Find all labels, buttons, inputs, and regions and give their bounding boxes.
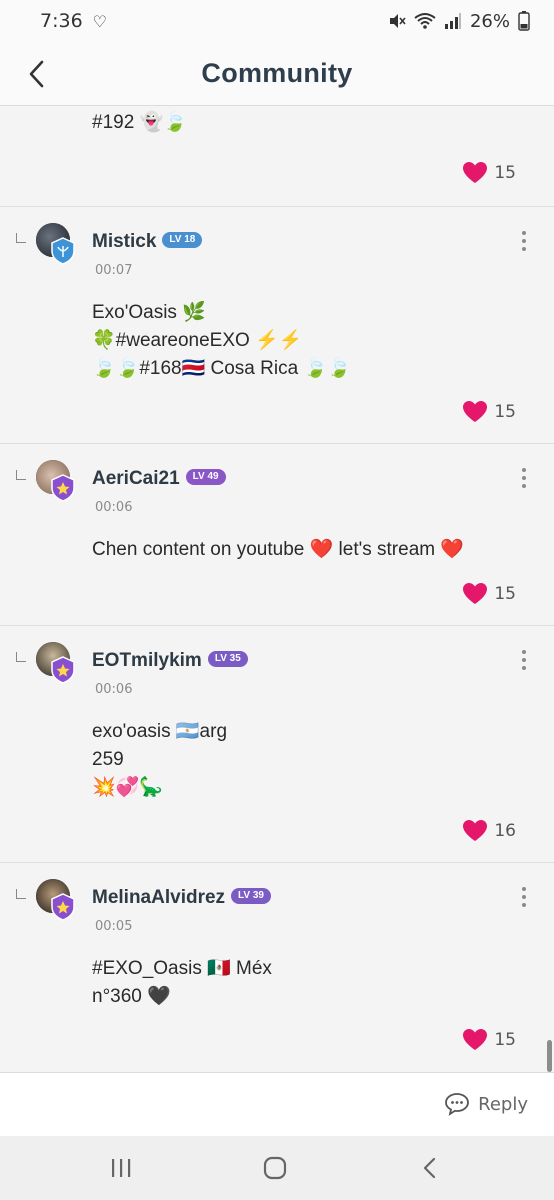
comment-time: 00:07 xyxy=(95,263,133,278)
comment-item: MelinaAlvidrez LV 39 00:05 #EXO_Oasis 🇲🇽 … xyxy=(0,863,554,1072)
avatar[interactable] xyxy=(36,879,75,921)
like-button[interactable]: 16 xyxy=(462,819,516,843)
like-count: 15 xyxy=(494,402,516,422)
system-nav-bar xyxy=(0,1136,554,1200)
comment-text: #WeAreOne 😊 #192 👻🍃 xyxy=(92,112,187,133)
username-text: MelinaAlvidrez xyxy=(92,887,226,908)
more-icon[interactable] xyxy=(516,231,532,253)
like-count: 15 xyxy=(494,1030,516,1050)
heart-icon xyxy=(463,162,488,183)
comment-feed[interactable]: #WeAreOne 😊 #192 👻🍃 15 Mistick LV 18 00:0… xyxy=(0,107,554,1072)
username-text: Mistick xyxy=(92,231,157,252)
heart-icon xyxy=(463,1029,488,1050)
status-time: 7:36 xyxy=(40,10,83,32)
shield-badge-icon xyxy=(51,474,75,502)
comment-time: 00:05 xyxy=(95,919,133,934)
comment-item: #WeAreOne 😊 #192 👻🍃 15 xyxy=(0,107,554,207)
notification-icon: ♡ xyxy=(92,11,108,31)
back-icon[interactable] xyxy=(24,58,52,90)
username-text: EOTmilykim xyxy=(92,650,202,671)
comment-time: 00:06 xyxy=(95,682,133,697)
recent-apps-icon[interactable] xyxy=(107,1154,135,1182)
avatar[interactable] xyxy=(36,460,75,502)
like-button[interactable]: 15 xyxy=(462,161,516,185)
like-button[interactable]: 15 xyxy=(462,1028,516,1052)
like-count: 16 xyxy=(494,821,516,841)
thread-indicator xyxy=(16,652,26,662)
status-bar: 7:36 ♡ 26% xyxy=(0,0,554,42)
like-button[interactable]: 15 xyxy=(462,582,516,606)
level-badge: LV 49 xyxy=(185,468,226,485)
more-icon[interactable] xyxy=(516,887,532,909)
thread-indicator xyxy=(16,233,26,243)
level-badge: LV 18 xyxy=(162,231,203,248)
scrollbar[interactable] xyxy=(547,1040,552,1072)
level-badge: LV 35 xyxy=(207,650,248,667)
shield-badge-icon xyxy=(51,893,75,921)
page-title: Community xyxy=(201,58,353,88)
reply-label: Reply xyxy=(478,1093,528,1115)
comment-item: EOTmilykim LV 35 00:06 exo'oasis 🇦🇷arg 25… xyxy=(0,626,554,863)
shield-badge-icon xyxy=(51,656,75,684)
battery-percent: 26% xyxy=(469,10,510,32)
shield-badge-icon xyxy=(51,237,75,265)
heart-icon xyxy=(463,820,488,841)
comment-text: #EXO_Oasis 🇲🇽 Méx n°360 🖤 xyxy=(92,958,272,1007)
nav-back-icon[interactable] xyxy=(416,1154,444,1182)
username[interactable]: MelinaAlvidrez LV 39 xyxy=(92,887,271,909)
reply-icon xyxy=(445,1093,470,1116)
home-icon[interactable] xyxy=(261,1154,289,1182)
mute-icon xyxy=(389,14,406,28)
username[interactable]: AeriCai21 LV 49 xyxy=(92,468,226,490)
comment-text: Exo'Oasis 🌿 🍀#weareoneEXO ⚡⚡ 🍃🍃#168🇨🇷 Co… xyxy=(92,302,351,379)
avatar[interactable] xyxy=(36,223,75,265)
reply-button[interactable]: Reply xyxy=(444,1092,528,1116)
level-badge: LV 39 xyxy=(231,887,271,904)
comment-time: 00:06 xyxy=(95,500,133,515)
comment-item: AeriCai21 LV 49 00:06 Chen content on you… xyxy=(0,444,554,626)
wifi-icon xyxy=(414,13,436,29)
heart-icon xyxy=(463,583,488,604)
thread-indicator xyxy=(16,470,26,480)
heart-icon xyxy=(463,401,488,422)
more-icon[interactable] xyxy=(516,650,532,672)
avatar[interactable] xyxy=(36,642,75,684)
signal-icon xyxy=(444,13,461,29)
battery-icon xyxy=(518,11,530,31)
username[interactable]: EOTmilykim LV 35 xyxy=(92,650,248,672)
username[interactable]: Mistick LV 18 xyxy=(92,231,203,253)
status-indicators: 26% xyxy=(388,11,530,32)
like-count: 15 xyxy=(494,584,516,604)
more-icon[interactable] xyxy=(516,468,532,490)
comment-item: Mistick LV 18 00:07 Exo'Oasis 🌿 🍀#weareon… xyxy=(0,207,554,444)
app-header: Community xyxy=(0,42,554,106)
reply-bar: Reply xyxy=(0,1072,554,1136)
comment-text: Chen content on youtube ❤️ let's stream … xyxy=(92,539,465,560)
like-button[interactable]: 15 xyxy=(462,400,516,424)
comment-text: exo'oasis 🇦🇷arg 259 💥💞🦕 xyxy=(92,721,228,798)
thread-indicator xyxy=(16,889,26,899)
username-text: AeriCai21 xyxy=(92,468,180,489)
like-count: 15 xyxy=(494,163,516,183)
